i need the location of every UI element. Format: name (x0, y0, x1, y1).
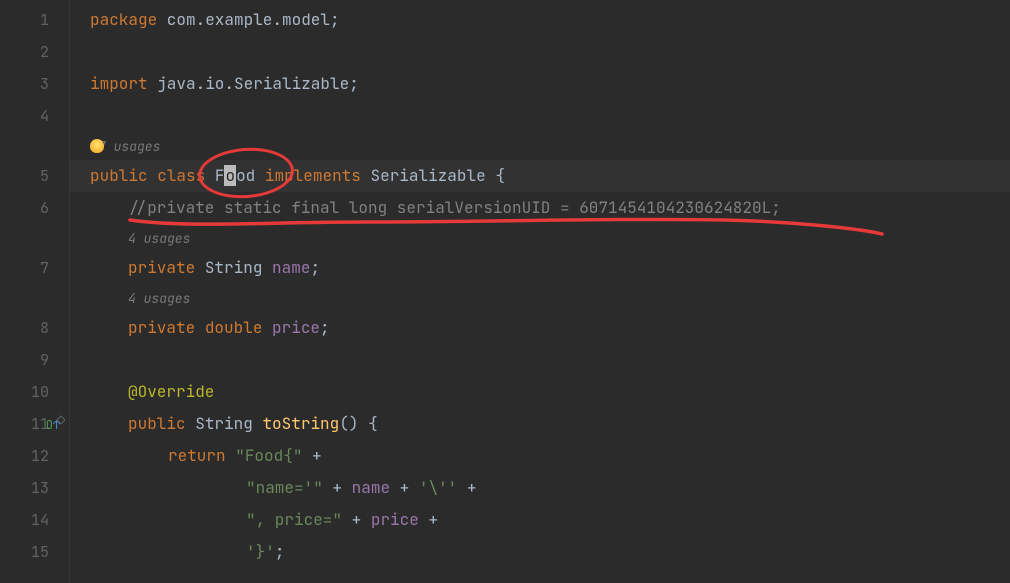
type: String (195, 413, 253, 434)
keyword: return (168, 445, 226, 466)
field-ref: name (352, 477, 390, 498)
interface-name: Serializable (371, 165, 486, 186)
semicolon: ; (320, 317, 330, 338)
string: '}' (246, 541, 275, 562)
usages-text: 7 usages (98, 138, 160, 155)
keyword: public (90, 165, 148, 186)
field-name: name (272, 257, 310, 278)
gutter: 1 2 3 4 5 6 7 8 9 10 11 12 13 14 15 O↑ (0, 0, 70, 583)
type: String (205, 257, 263, 278)
method-name: toString (262, 413, 339, 434)
code-line[interactable]: package com.example.model; (90, 4, 1010, 36)
package-name: com.example.model (157, 9, 330, 30)
line-number: 12 (31, 440, 49, 472)
class-name: F (215, 165, 225, 186)
line-number: 8 (40, 312, 49, 344)
usages-hint[interactable]: 4 usages (128, 228, 190, 250)
string: "Food{" (235, 445, 302, 466)
semicolon: ; (349, 73, 359, 94)
field-ref: price (371, 509, 419, 530)
collapse-icon[interactable] (55, 414, 67, 430)
operator: + (352, 509, 362, 530)
type: double (205, 317, 263, 338)
line-number: 4 (40, 100, 49, 132)
parens: () (339, 413, 358, 434)
keyword: private (128, 317, 195, 338)
semicolon: ; (330, 9, 340, 30)
usages-hint[interactable]: 4 usages (128, 288, 190, 310)
code-line[interactable]: return "Food{" + (168, 440, 1010, 472)
code-line-current[interactable]: public class Food implements Serializabl… (70, 160, 1010, 192)
semicolon: ; (275, 541, 285, 562)
import-path: java.io.Serializable (148, 73, 350, 94)
field-name: price (272, 317, 320, 338)
code-line[interactable]: private String name; (128, 252, 1010, 284)
line-number: 15 (31, 536, 49, 568)
code-line[interactable]: import java.io.Serializable; (90, 68, 1010, 100)
keyword: import (90, 73, 148, 94)
string: '\'' (419, 477, 457, 498)
code-line[interactable]: "name='" + name + '\'' + (246, 472, 1010, 504)
class-name: od (236, 165, 255, 186)
line-number: 2 (40, 36, 49, 68)
code-area[interactable]: package com.example.model; import java.i… (70, 0, 1010, 583)
code-line[interactable]: private double price; (128, 312, 1010, 344)
brace: { (495, 165, 505, 186)
brace: { (368, 413, 378, 434)
line-number: 3 (40, 68, 49, 100)
operator: + (400, 477, 410, 498)
operator: + (428, 509, 438, 530)
code-line[interactable]: //private static final long serialVersio… (128, 192, 1010, 224)
bulb-icon[interactable] (90, 139, 104, 153)
keyword: public (128, 413, 186, 434)
line-number: 10 (31, 376, 49, 408)
keyword: private (128, 257, 195, 278)
keyword: class (157, 165, 205, 186)
operator: + (312, 445, 322, 466)
line-number: 1 (40, 4, 49, 36)
text-caret: o (224, 165, 236, 186)
code-line[interactable]: ", price=" + price + (246, 504, 1010, 536)
operator: + (467, 477, 477, 498)
comment: //private static final long serialVersio… (128, 197, 781, 218)
operator: + (332, 477, 342, 498)
keyword: implements (265, 165, 361, 186)
code-line[interactable]: '}'; (246, 536, 1010, 568)
line-number: 5 (40, 160, 49, 192)
semicolon: ; (310, 257, 320, 278)
code-line[interactable]: @Override (128, 376, 1010, 408)
line-number: 7 (40, 252, 49, 284)
line-number: 14 (31, 504, 49, 536)
annotation: @Override (128, 381, 214, 402)
code-editor[interactable]: 1 2 3 4 5 6 7 8 9 10 11 12 13 14 15 O↑ p… (0, 0, 1010, 583)
line-number: 9 (40, 344, 49, 376)
string: "name='" (246, 477, 323, 498)
line-number: 6 (40, 192, 49, 224)
usages-hint[interactable]: 7 usages (90, 136, 160, 158)
string: ", price=" (246, 509, 342, 530)
line-number: 13 (31, 472, 49, 504)
code-line[interactable]: public String toString() { (128, 408, 1010, 440)
keyword: package (90, 9, 157, 30)
